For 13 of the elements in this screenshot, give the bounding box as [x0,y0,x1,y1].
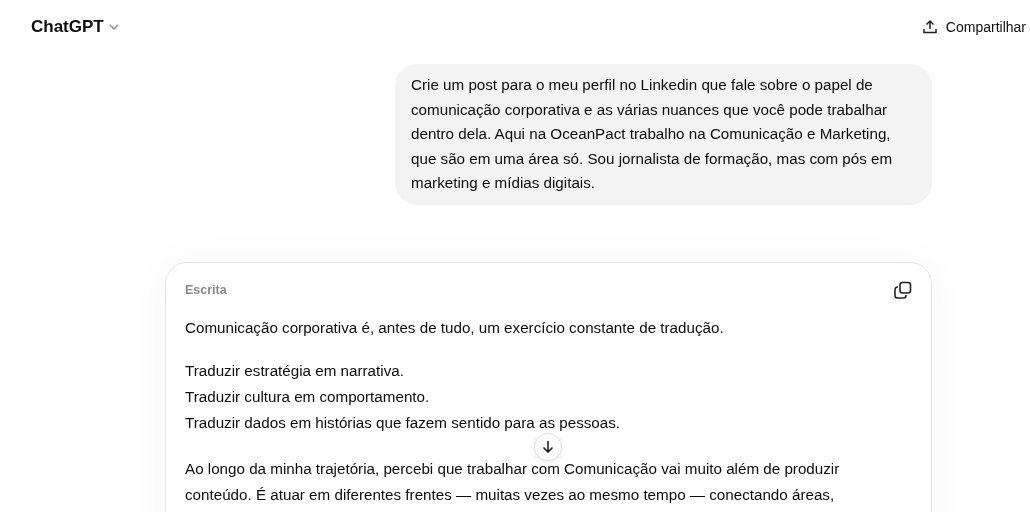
copy-icon[interactable] [894,280,912,299]
share-button[interactable]: Compartilhar [921,16,1026,38]
share-icon [921,19,938,35]
text-line: Traduzir dados em histórias que fazem sentido para as pessoas. [185,413,622,434]
model-name[interactable]: ChatGPT [31,14,104,40]
arrow-down-icon [540,439,556,455]
text-line: Traduzir estratégia em narrativa. [185,361,405,382]
scroll-down-button[interactable] [534,433,562,461]
paragraph: Ao longo da minha trajetória, percebi que trabalhar com Comunicação vai muito além de produzir conteúdo. É atuar em diferentes frentes — muitas vezes ao mesmo tempo — conectando áreas, [185,459,841,506]
text-line: Traduzir cultura em comportamento. [185,387,431,408]
paragraph: Comunicação corporativa é, antes de tudo, um exercício constante de tradução. [185,318,725,339]
user-message: Crie um post para o meu perfil no Linkedin que fale sobre o papel de comunicação corporativa e as várias nuances que você pode trabalhar dentro dela. Aqui na OceanPact trabalho na Comunicação e Marketing, que são em uma área só. Sou jornalista de formação, mas com pós em marketing e mídias digitais. [395,64,932,205]
canvas-label: Escrita [185,281,227,299]
